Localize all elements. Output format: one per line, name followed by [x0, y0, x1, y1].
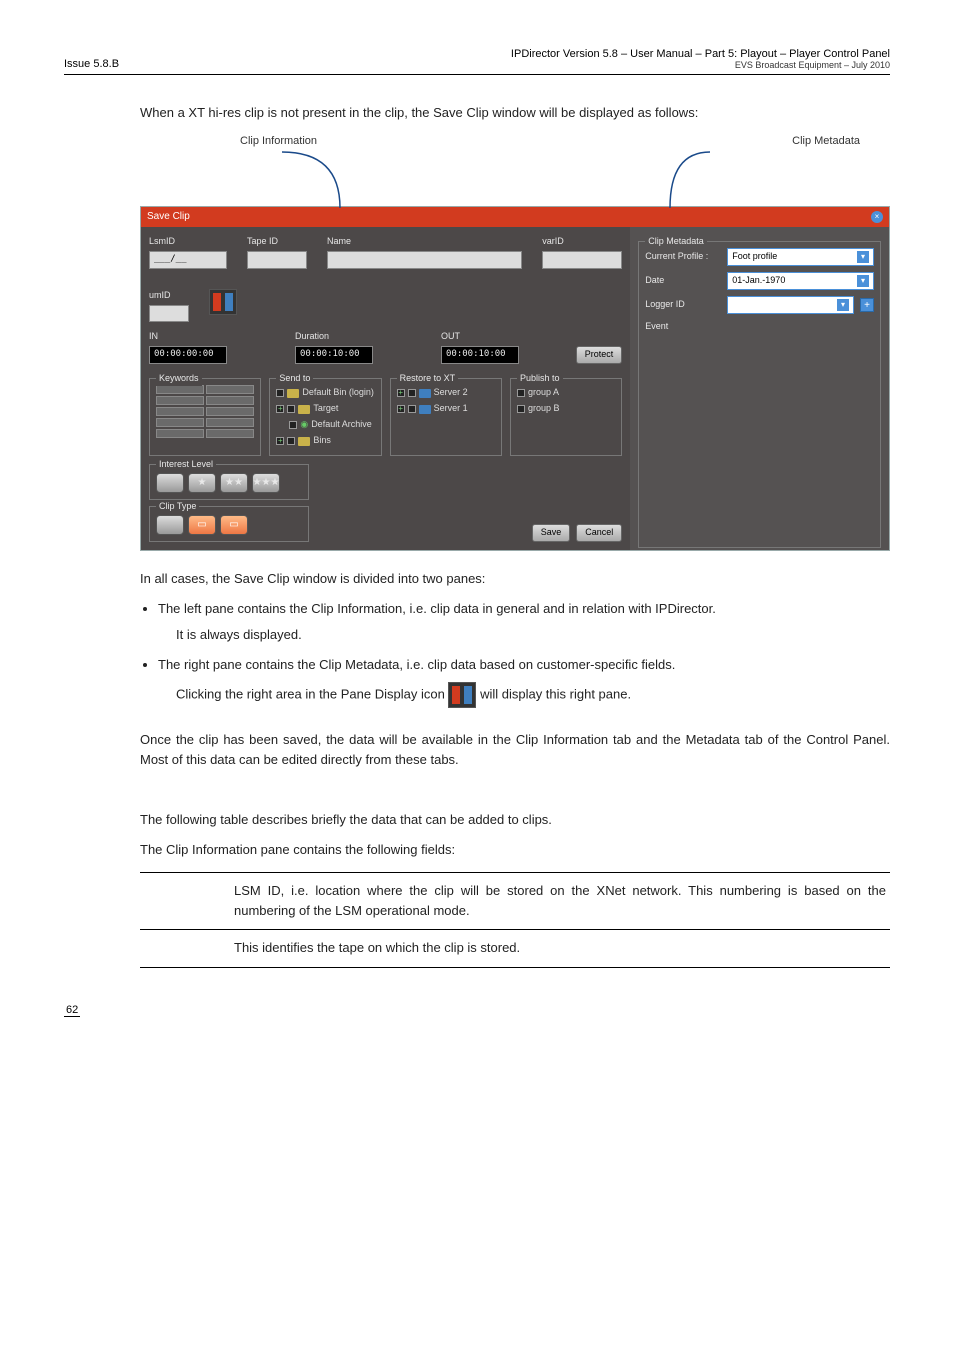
callout-curves — [140, 150, 890, 206]
in-label: IN — [149, 330, 227, 344]
table-cell-lsmid: LSM ID, i.e. location where the clip wil… — [230, 873, 890, 930]
logger-label: Logger ID — [645, 298, 721, 312]
interest-level-group: Interest Level ★ ★★ ★★★ — [149, 464, 309, 500]
keywords-grid[interactable] — [156, 385, 254, 438]
publish-legend: Publish to — [517, 372, 563, 386]
date-label: Date — [645, 274, 721, 288]
list-item[interactable]: Server 2 — [397, 385, 495, 401]
header-rule — [64, 74, 890, 75]
name-field[interactable] — [327, 251, 522, 269]
metadata-group: Clip Metadata Current Profile : Foot pro… — [638, 241, 881, 548]
body-p3: The following table describes briefly th… — [140, 810, 890, 830]
list-item[interactable]: group A — [517, 385, 615, 401]
varid-label: varID — [542, 235, 622, 249]
issue-label: Issue 5.8.B — [64, 58, 119, 70]
tapeid-field[interactable] — [247, 251, 307, 269]
pane-display-icon[interactable] — [209, 289, 237, 315]
bullet2-pre: Clicking the right area in the Pane Disp… — [176, 686, 448, 701]
fields-table: LSM ID, i.e. location where the clip wil… — [140, 872, 890, 967]
cliptype-blank-button[interactable] — [156, 515, 184, 535]
window-title: Save Clip — [147, 209, 190, 225]
add-logger-button[interactable]: + — [860, 298, 874, 312]
save-clip-screenshot: Save Clip × LsmID ___/__ Tape ID Name var… — [140, 206, 890, 551]
chevron-down-icon: ▾ — [837, 299, 849, 311]
save-button[interactable]: Save — [532, 524, 571, 542]
protect-button[interactable]: Protect — [576, 346, 623, 364]
chevron-down-icon: ▾ — [857, 275, 869, 287]
pane-display-icon-inline — [448, 682, 476, 708]
sendto-group: Send to Default Bin (login) Target ◉Defa… — [269, 378, 381, 456]
profile-label: Current Profile : — [645, 250, 721, 264]
list-item[interactable]: Bins — [276, 433, 374, 449]
varid-field[interactable] — [542, 251, 622, 269]
publish-group: Publish to group A group B — [510, 378, 622, 456]
date-select[interactable]: 01-Jan.-1970▾ — [727, 272, 874, 290]
interest-1star-button[interactable]: ★ — [188, 473, 216, 493]
list-item[interactable]: Server 1 — [397, 401, 495, 417]
interest-legend: Interest Level — [156, 458, 216, 472]
logger-select[interactable]: ▾ — [727, 296, 854, 314]
bullet2: The right pane contains the Clip Metadat… — [158, 657, 675, 672]
out-field[interactable]: 00:00:10:00 — [441, 346, 519, 364]
doc-subtitle: EVS Broadcast Equipment – July 2010 — [511, 60, 890, 70]
tapeid-label: Tape ID — [247, 235, 307, 249]
intro-text: When a XT hi-res clip is not present in … — [140, 103, 890, 123]
close-icon[interactable]: × — [871, 211, 883, 223]
cancel-button[interactable]: Cancel — [576, 524, 622, 542]
cliptype-fill-button[interactable]: ▭ — [188, 515, 216, 535]
sendto-legend: Send to — [276, 372, 313, 386]
interest-none-button[interactable] — [156, 473, 184, 493]
bullet1: The left pane contains the Clip Informat… — [158, 601, 716, 616]
lsmid-field[interactable]: ___/__ — [149, 251, 227, 269]
body-p2: Once the clip has been saved, the data w… — [140, 730, 890, 770]
duration-label: Duration — [295, 330, 373, 344]
name-label: Name — [327, 235, 522, 249]
profile-select[interactable]: Foot profile▾ — [727, 248, 874, 266]
body-p1: In all cases, the Save Clip window is di… — [140, 569, 890, 589]
duration-field[interactable]: 00:00:10:00 — [295, 346, 373, 364]
list-item[interactable]: group B — [517, 401, 615, 417]
cliptype-legend: Clip Type — [156, 500, 199, 514]
interest-2star-button[interactable]: ★★ — [220, 473, 248, 493]
cliptype-group: Clip Type ▭ ▭ — [149, 506, 309, 542]
keywords-legend: Keywords — [156, 372, 202, 386]
keywords-group: Keywords — [149, 378, 261, 456]
table-row: This identifies the tape on which the cl… — [140, 930, 890, 967]
event-field[interactable] — [727, 320, 874, 334]
list-item[interactable]: ◉Default Archive — [276, 417, 374, 433]
lsmid-label: LsmID — [149, 235, 227, 249]
list-item[interactable]: Target — [276, 401, 374, 417]
event-label: Event — [645, 320, 721, 334]
bullet2-post: will display this right pane. — [480, 686, 631, 701]
list-item[interactable]: Default Bin (login) — [276, 385, 374, 401]
table-row: LSM ID, i.e. location where the clip wil… — [140, 873, 890, 930]
cliptype-key-button[interactable]: ▭ — [220, 515, 248, 535]
table-cell-tapeid: This identifies the tape on which the cl… — [230, 930, 890, 967]
restore-group: Restore to XT Server 2 Server 1 — [390, 378, 502, 456]
in-field[interactable]: 00:00:00:00 — [149, 346, 227, 364]
page-number: 62 — [64, 1004, 80, 1017]
interest-3star-button[interactable]: ★★★ — [252, 473, 280, 493]
doc-title: IPDirector Version 5.8 – User Manual – P… — [511, 48, 890, 60]
metadata-legend: Clip Metadata — [645, 235, 707, 249]
clip-metadata-pane: Clip Metadata Current Profile : Foot pro… — [630, 227, 889, 550]
body-p4: The Clip Information pane contains the f… — [140, 840, 890, 860]
chevron-down-icon: ▾ — [857, 251, 869, 263]
out-label: OUT — [441, 330, 519, 344]
restore-legend: Restore to XT — [397, 372, 459, 386]
bullet1-sub: It is always displayed. — [176, 625, 890, 645]
umid-field[interactable] — [149, 305, 189, 323]
clip-information-pane: LsmID ___/__ Tape ID Name varID umID IN 00… — [141, 227, 630, 550]
umid-label: umID — [149, 289, 189, 303]
